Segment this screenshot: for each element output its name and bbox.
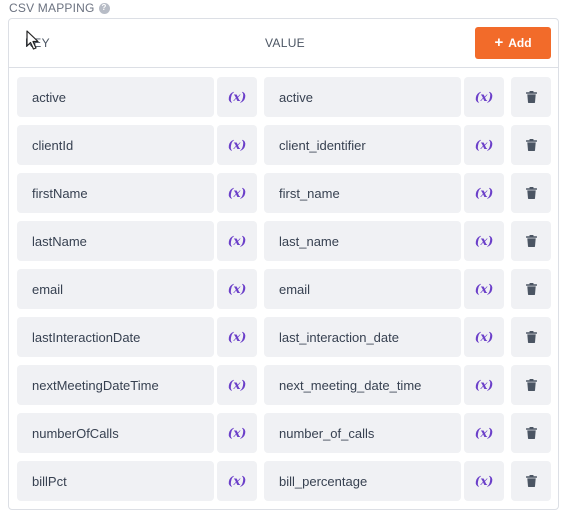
plus-icon: + xyxy=(494,34,504,51)
value-variable-icon[interactable]: (x) xyxy=(464,365,504,405)
mapping-row: billPct (x) bill_percentage (x) xyxy=(9,461,558,509)
question-circle-icon[interactable]: ? xyxy=(98,2,110,14)
key-field[interactable]: lastInteractionDate xyxy=(17,317,214,357)
key-field[interactable]: numberOfCalls xyxy=(17,413,214,453)
mapping-row: email (x) email (x) xyxy=(9,269,558,317)
delete-row-button[interactable] xyxy=(511,77,551,117)
key-variable-icon[interactable]: (x) xyxy=(217,77,257,117)
trash-icon xyxy=(525,91,537,103)
value-field[interactable]: email xyxy=(264,269,461,309)
delete-row-button[interactable] xyxy=(511,365,551,405)
value-variable-icon[interactable]: (x) xyxy=(464,173,504,213)
trash-icon xyxy=(525,427,537,439)
csv-mapping-panel: KEY VALUE + Add active (x) active (x) client… xyxy=(8,18,559,510)
mapping-row: lastInteractionDate (x) last_interaction_d… xyxy=(9,317,558,365)
section-title: CSV MAPPING xyxy=(9,1,95,15)
value-field[interactable]: next_meeting_date_time xyxy=(264,365,461,405)
delete-row-button[interactable] xyxy=(511,317,551,357)
delete-row-button[interactable] xyxy=(511,461,551,501)
add-mapping-button[interactable]: + Add xyxy=(475,27,551,59)
key-field[interactable]: active xyxy=(17,77,214,117)
key-field[interactable]: email xyxy=(17,269,214,309)
value-variable-icon[interactable]: (x) xyxy=(464,413,504,453)
key-variable-icon[interactable]: (x) xyxy=(217,125,257,165)
mapping-row: lastName (x) last_name (x) xyxy=(9,221,558,269)
key-variable-icon[interactable]: (x) xyxy=(217,317,257,357)
mapping-rows: active (x) active (x) clientId (x) client_iden… xyxy=(9,77,558,509)
mapping-row: clientId (x) client_identifier (x) xyxy=(9,125,558,173)
delete-row-button[interactable] xyxy=(511,413,551,453)
trash-icon xyxy=(525,139,537,151)
delete-row-button[interactable] xyxy=(511,221,551,261)
trash-icon xyxy=(525,379,537,391)
key-variable-icon[interactable]: (x) xyxy=(217,461,257,501)
value-column-header: VALUE xyxy=(265,36,305,50)
key-field[interactable]: billPct xyxy=(17,461,214,501)
mapping-row: active (x) active (x) xyxy=(9,77,558,125)
value-field[interactable]: last_interaction_date xyxy=(264,317,461,357)
value-field[interactable]: first_name xyxy=(264,173,461,213)
value-variable-icon[interactable]: (x) xyxy=(464,269,504,309)
mapping-row: firstName (x) first_name (x) xyxy=(9,173,558,221)
value-variable-icon[interactable]: (x) xyxy=(464,77,504,117)
value-variable-icon[interactable]: (x) xyxy=(464,461,504,501)
key-variable-icon[interactable]: (x) xyxy=(217,173,257,213)
mapping-header: KEY VALUE + Add xyxy=(9,19,558,68)
delete-row-button[interactable] xyxy=(511,269,551,309)
key-column-header: KEY xyxy=(25,36,50,50)
delete-row-button[interactable] xyxy=(511,125,551,165)
trash-icon xyxy=(525,331,537,343)
value-field[interactable]: bill_percentage xyxy=(264,461,461,501)
value-field[interactable]: last_name xyxy=(264,221,461,261)
value-field[interactable]: number_of_calls xyxy=(264,413,461,453)
trash-icon xyxy=(525,235,537,247)
key-variable-icon[interactable]: (x) xyxy=(217,365,257,405)
key-field[interactable]: firstName xyxy=(17,173,214,213)
mapping-row: nextMeetingDateTime (x) next_meeting_date_… xyxy=(9,365,558,413)
trash-icon xyxy=(525,187,537,199)
key-variable-icon[interactable]: (x) xyxy=(217,269,257,309)
key-variable-icon[interactable]: (x) xyxy=(217,413,257,453)
key-field[interactable]: clientId xyxy=(17,125,214,165)
key-variable-icon[interactable]: (x) xyxy=(217,221,257,261)
key-field[interactable]: nextMeetingDateTime xyxy=(17,365,214,405)
add-button-label: Add xyxy=(508,36,532,50)
value-field[interactable]: client_identifier xyxy=(264,125,461,165)
trash-icon xyxy=(525,475,537,487)
mapping-row: numberOfCalls (x) number_of_calls (x) xyxy=(9,413,558,461)
csv-mapping-label: CSV MAPPING ? xyxy=(9,1,110,15)
delete-row-button[interactable] xyxy=(511,173,551,213)
trash-icon xyxy=(525,283,537,295)
value-field[interactable]: active xyxy=(264,77,461,117)
value-variable-icon[interactable]: (x) xyxy=(464,125,504,165)
key-field[interactable]: lastName xyxy=(17,221,214,261)
value-variable-icon[interactable]: (x) xyxy=(464,221,504,261)
value-variable-icon[interactable]: (x) xyxy=(464,317,504,357)
